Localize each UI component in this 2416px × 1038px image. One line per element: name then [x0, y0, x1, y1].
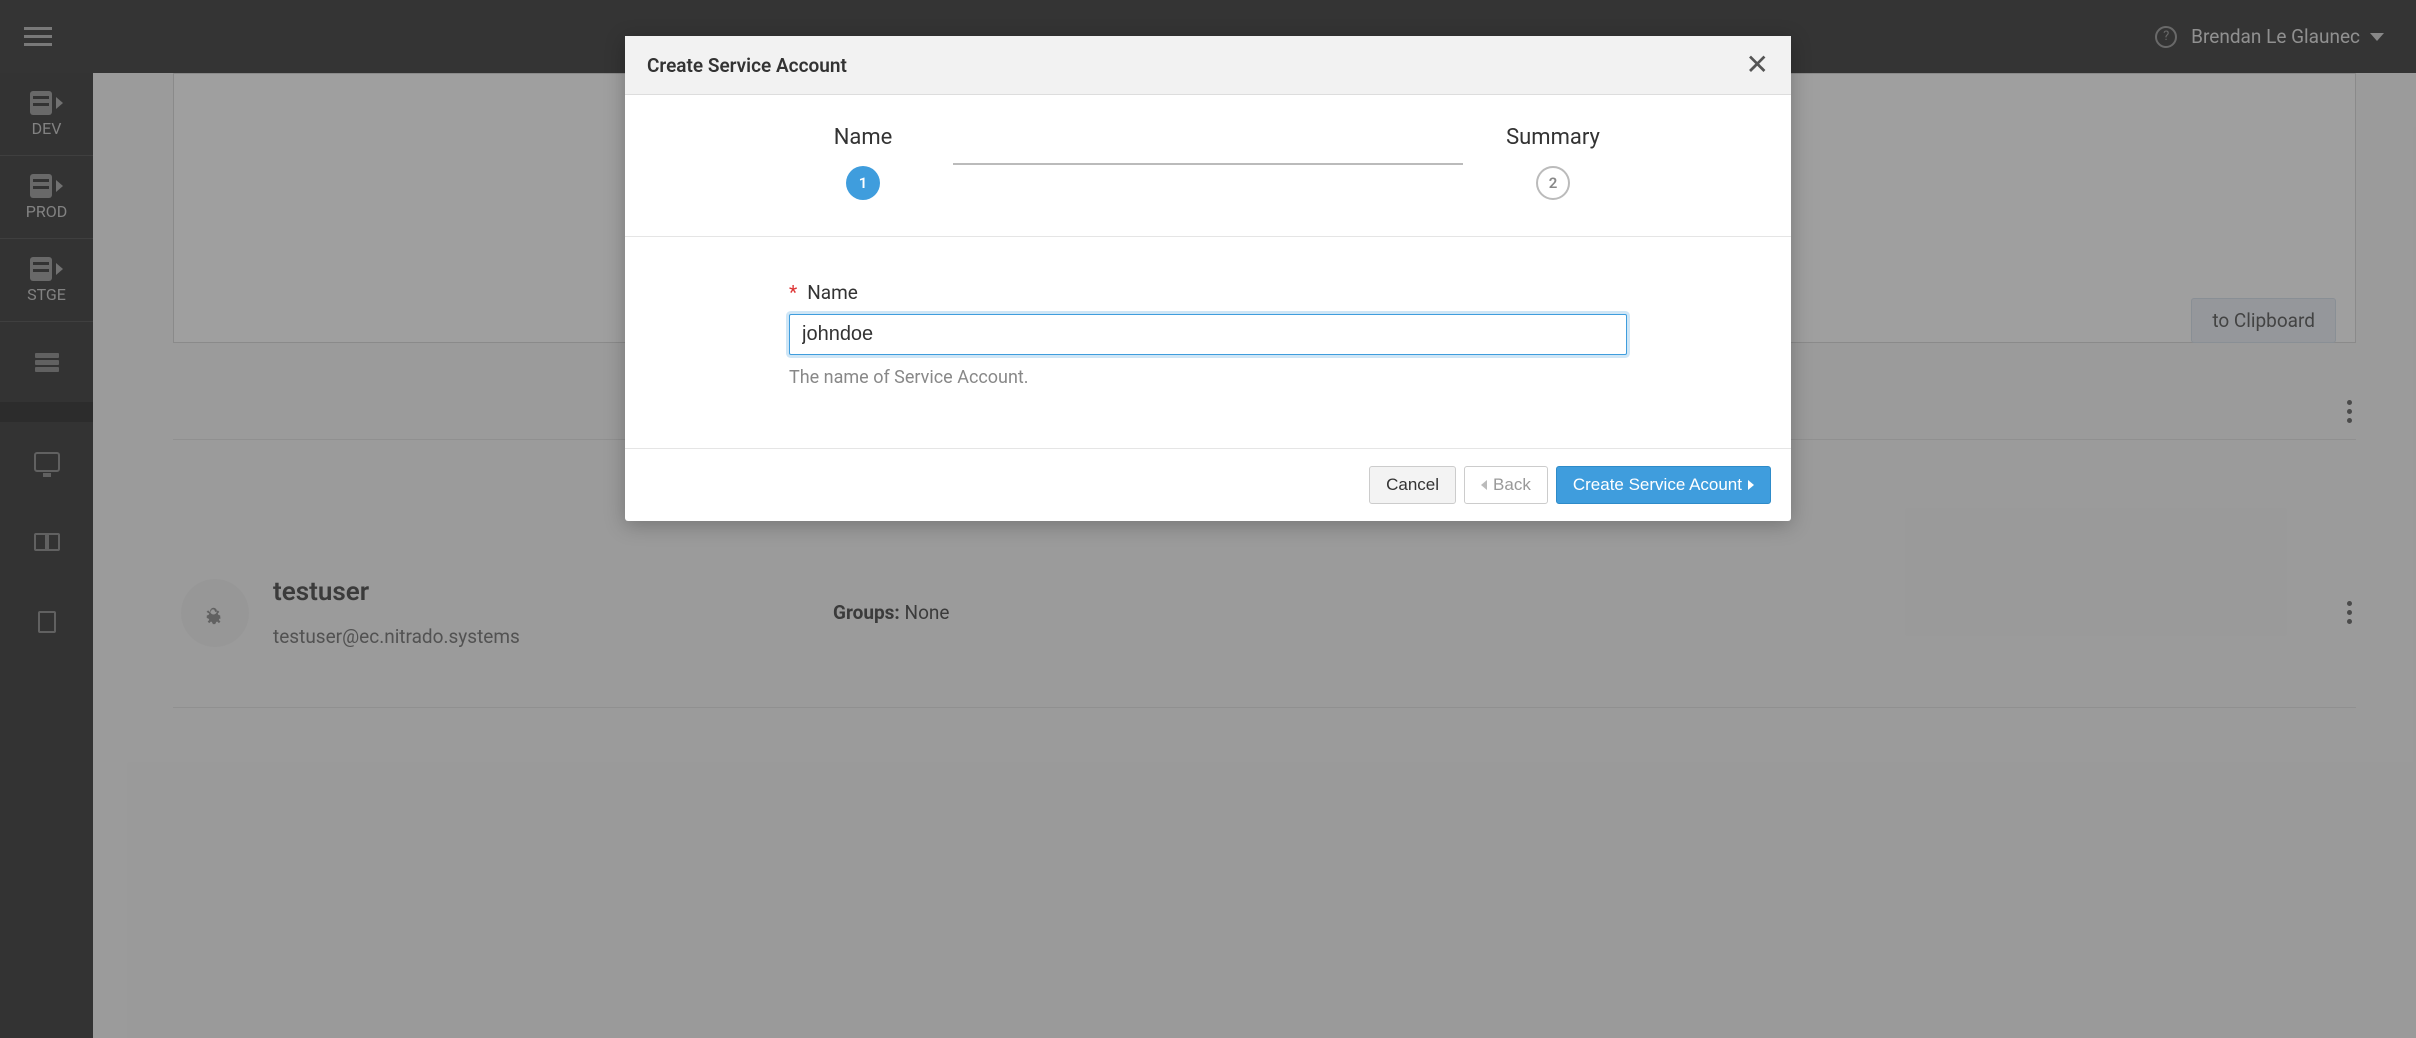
- step-summary: Summary 2: [1463, 125, 1643, 200]
- close-icon[interactable]: ✕: [1746, 51, 1769, 79]
- modal-footer: Cancel Back Create Service Acount: [625, 448, 1791, 521]
- step-name: Name 1: [773, 125, 953, 200]
- name-field-label: *Name: [789, 281, 1627, 304]
- create-service-account-button[interactable]: Create Service Acount: [1556, 466, 1771, 504]
- chevron-left-icon: [1481, 480, 1487, 490]
- modal-body: *Name The name of Service Account.: [625, 237, 1791, 448]
- step-label: Summary: [1506, 125, 1600, 150]
- modal-title: Create Service Account: [647, 54, 847, 77]
- chevron-right-icon: [1748, 480, 1754, 490]
- name-input[interactable]: [789, 314, 1627, 355]
- step-circle-inactive: 2: [1536, 166, 1570, 200]
- wizard-stepper: Name 1 Summary 2: [625, 95, 1791, 237]
- cancel-button[interactable]: Cancel: [1369, 466, 1456, 504]
- step-label: Name: [834, 125, 893, 150]
- back-button[interactable]: Back: [1464, 466, 1548, 504]
- step-connector: [953, 163, 1463, 165]
- create-service-account-modal: Create Service Account ✕ Name 1 Summary …: [625, 36, 1791, 521]
- modal-header: Create Service Account ✕: [625, 36, 1791, 95]
- name-field-help: The name of Service Account.: [789, 367, 1627, 388]
- step-circle-active: 1: [846, 166, 880, 200]
